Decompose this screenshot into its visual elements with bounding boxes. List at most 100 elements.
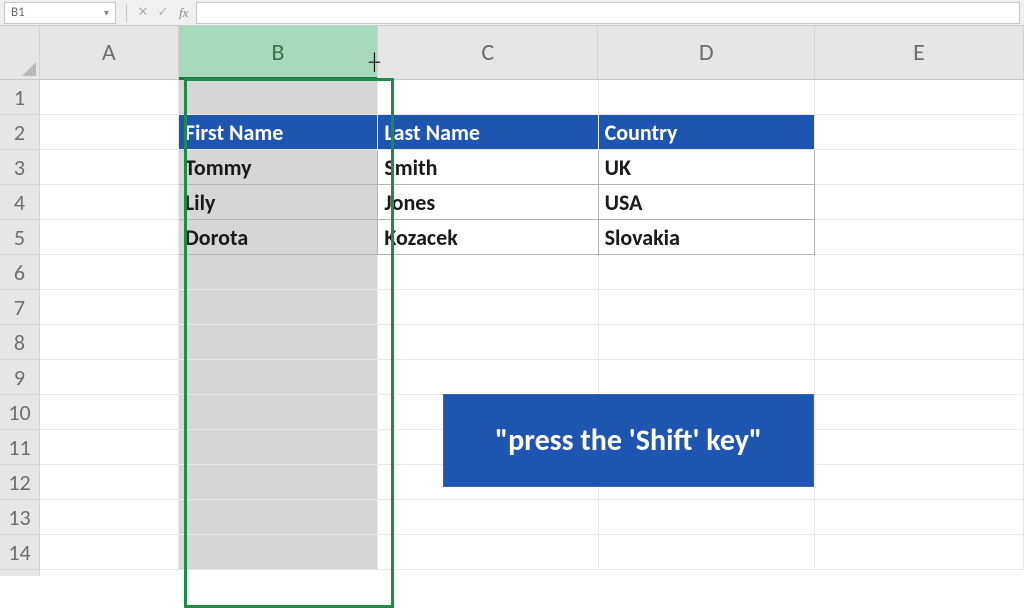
cell-A7[interactable] [40,290,179,325]
cell-B11[interactable] [179,430,378,465]
row-header-13[interactable]: 13 [0,500,39,535]
row-header-8[interactable]: 8 [0,325,39,360]
select-all-corner[interactable] [0,26,40,80]
cell-C4[interactable]: Jones [378,185,598,220]
cell-A13[interactable] [40,500,179,535]
cell-A5[interactable] [40,220,179,255]
cell-C9[interactable] [378,360,598,395]
cell-E5[interactable] [815,220,1024,255]
cell-A12[interactable] [40,465,179,500]
cell-A3[interactable] [40,150,179,185]
cell-A10[interactable] [40,395,179,430]
column-header-E[interactable]: E [815,26,1024,79]
cell-C7[interactable] [378,290,598,325]
row-header-14[interactable]: 14 [0,535,39,570]
cell-E11[interactable] [815,430,1024,465]
cell-A14[interactable] [40,535,179,570]
column-headers: AB┼CDE [40,26,1024,80]
cell-A1[interactable] [40,80,179,115]
table-row [40,80,1024,115]
cell-B4[interactable]: Lily [179,185,378,220]
row-header-12[interactable]: 12 [0,465,39,500]
column-header-A[interactable]: A [40,26,179,79]
cell-E2[interactable] [815,115,1024,150]
cell-D7[interactable] [599,290,815,325]
cell-A2[interactable] [40,115,179,150]
cell-D1[interactable] [599,80,815,115]
cell-D3[interactable]: UK [599,150,815,185]
row-header-6[interactable]: 6 [0,255,39,290]
row-header-4[interactable]: 4 [0,185,39,220]
cell-D9[interactable] [599,360,815,395]
cell-B14[interactable] [179,535,378,570]
formula-input[interactable] [196,2,1020,24]
cell-D14[interactable] [599,535,815,570]
cell-B7[interactable] [179,290,378,325]
cell-D2[interactable]: Country [599,115,815,150]
cell-D6[interactable] [599,255,815,290]
cell-C2[interactable]: Last Name [378,115,598,150]
cell-B8[interactable] [179,325,378,360]
cell-A11[interactable] [40,430,179,465]
table-row [40,290,1024,325]
cell-B3[interactable]: Tommy [179,150,378,185]
name-box[interactable]: B1 ▾ [4,2,116,24]
cell-E8[interactable] [815,325,1024,360]
cell-E7[interactable] [815,290,1024,325]
cell-C6[interactable] [378,255,598,290]
cell-C1[interactable] [378,80,598,115]
cell-D13[interactable] [599,500,815,535]
cell-E14[interactable] [815,535,1024,570]
fx-icon[interactable]: fx [179,5,188,21]
cell-D8[interactable] [599,325,815,360]
table-row [40,500,1024,535]
cell-B2[interactable]: First Name [179,115,378,150]
cell-C5[interactable]: Kozacek [378,220,598,255]
cell-A9[interactable] [40,360,179,395]
cell-C13[interactable] [378,500,598,535]
cell-B9[interactable] [179,360,378,395]
cell-A4[interactable] [40,185,179,220]
cell-B1[interactable] [179,80,378,115]
cell-B12[interactable] [179,465,378,500]
column-header-D[interactable]: D [598,26,815,79]
row-header-10[interactable]: 10 [0,395,39,430]
cell-A8[interactable] [40,325,179,360]
cell-E13[interactable] [815,500,1024,535]
cell-C8[interactable] [378,325,598,360]
cell-E3[interactable] [815,150,1024,185]
cell-B6[interactable] [179,255,378,290]
name-box-value: B1 [11,5,25,20]
enter-button[interactable]: ✓ [153,3,173,23]
cell-area[interactable]: First NameLast NameCountry TommySmithUK Li… [40,80,1024,576]
cell-D5[interactable]: Slovakia [599,220,815,255]
cell-A6[interactable] [40,255,179,290]
row-header-11[interactable]: 11 [0,430,39,465]
column-header-C[interactable]: C [378,26,598,79]
cancel-button[interactable]: ✕ [133,3,153,23]
cell-C3[interactable]: Smith [378,150,598,185]
row-header-3[interactable]: 3 [0,150,39,185]
instruction-callout: "press the 'Shift' key" [443,394,814,487]
table-row [40,360,1024,395]
row-header-7[interactable]: 7 [0,290,39,325]
row-header-5[interactable]: 5 [0,220,39,255]
row-headers: 1234567891011121314 [0,80,40,576]
column-header-B[interactable]: B┼ [179,26,378,79]
row-header-9[interactable]: 9 [0,360,39,395]
cell-E10[interactable] [815,395,1024,430]
cell-D4[interactable]: USA [599,185,815,220]
cell-E9[interactable] [815,360,1024,395]
chevron-down-icon[interactable]: ▾ [104,6,109,19]
cell-B10[interactable] [179,395,378,430]
cell-C14[interactable] [378,535,598,570]
spreadsheet-grid: AB┼CDE 1234567891011121314 First NameLas… [0,26,1024,576]
cell-E1[interactable] [815,80,1024,115]
row-header-1[interactable]: 1 [0,80,39,115]
row-header-2[interactable]: 2 [0,115,39,150]
cell-E4[interactable] [815,185,1024,220]
cell-B13[interactable] [179,500,378,535]
cell-B5[interactable]: Dorota [179,220,378,255]
cell-E6[interactable] [815,255,1024,290]
cell-E12[interactable] [815,465,1024,500]
